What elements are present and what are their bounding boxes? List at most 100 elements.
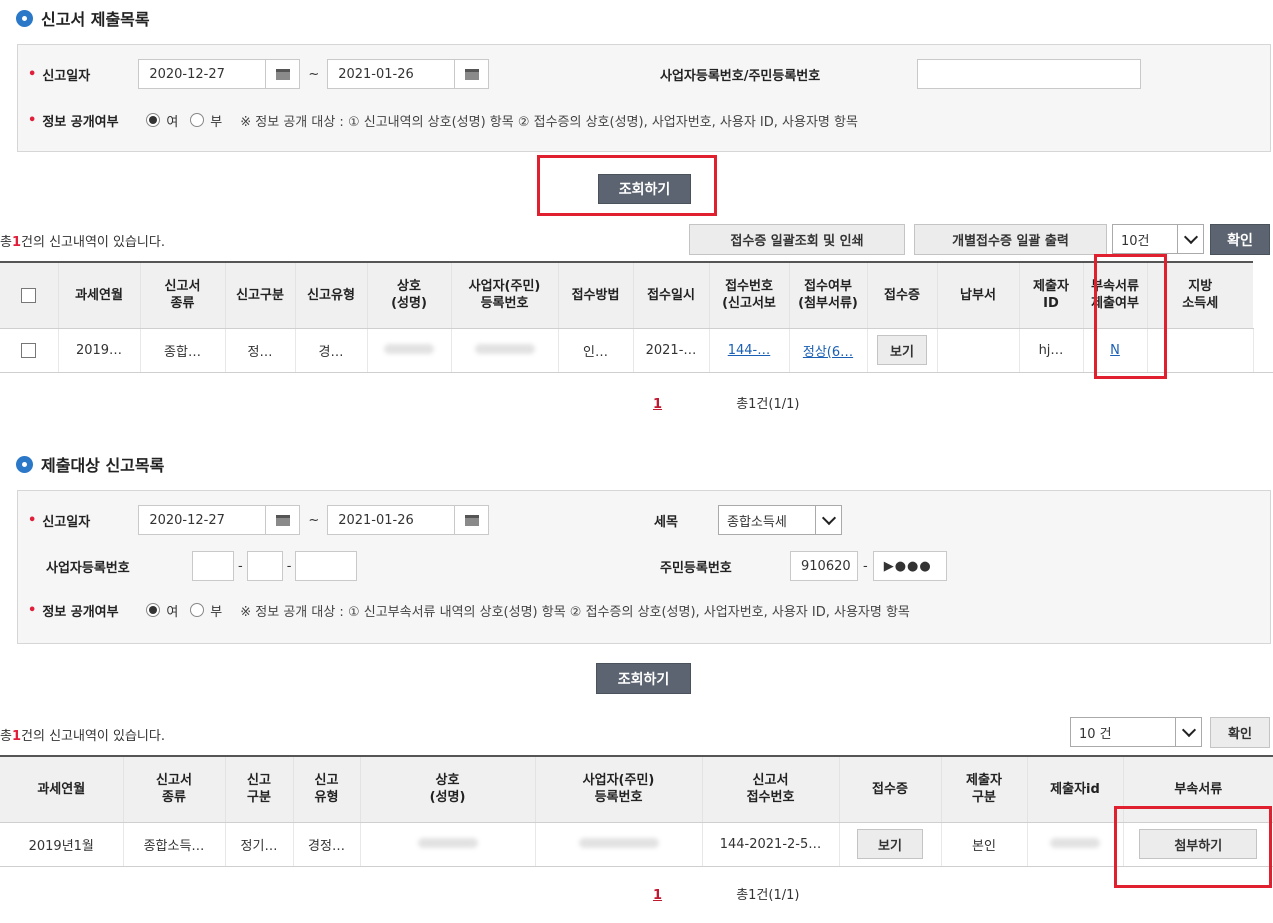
th-year-month: 과세연월	[57, 261, 140, 329]
disclose-row-2: • 정보 공개여부 여 부 ※ 정보 공개 대상 : ① 신고부속서류 내역의 …	[28, 602, 910, 620]
bulk-print-button[interactable]: 접수증 일괄조회 및 인쇄	[689, 224, 905, 255]
th-datetime: 접수일시	[632, 261, 709, 329]
receipt-number-link[interactable]: 144-…	[728, 343, 771, 358]
disclose-note: ※ 정보 공개 대상 : ① 신고부속서류 내역의 상호(성명) 항목 ② 접수…	[240, 604, 910, 620]
select-all-checkbox[interactable]	[21, 287, 37, 303]
header-select-all	[0, 261, 58, 329]
confirm-button[interactable]: 확인	[1210, 717, 1270, 748]
bullet-icon	[16, 9, 33, 27]
pagination-1: 1 총1건(1/1)	[653, 393, 799, 412]
individual-print-button[interactable]: 개별접수증 일괄 출력	[914, 224, 1107, 255]
calendar-icon[interactable]	[455, 505, 490, 535]
disclose-row-1: • 정보 공개여부 여 부 ※ 정보 공개 대상 : ① 신고내역의 상호(성명…	[28, 112, 858, 130]
disclose-label: 정보 공개여부	[42, 114, 119, 130]
date-to-input[interactable]: 2021-01-26	[327, 505, 456, 535]
th-report-type: 신고유형	[294, 261, 367, 329]
result-count: 총1건의 신고내역이 있습니다.	[0, 235, 165, 250]
table-row: 2019… 종합… 정… 경… 인… 2021-… 144-… 정상(6… 보기…	[0, 328, 1273, 373]
rrn-row: 주민등록번호 910620 - ▶●●●	[660, 551, 947, 581]
highlight-box	[1114, 806, 1272, 888]
page-total: 총1건(1/1)	[736, 888, 800, 903]
confirm-button[interactable]: 확인	[1210, 224, 1270, 255]
view-receipt-button[interactable]: 보기	[877, 335, 927, 365]
page-size-select[interactable]: 10 건	[1070, 717, 1202, 747]
redacted-name	[366, 328, 451, 373]
result-count: 총1건의 신고내역이 있습니다.	[0, 729, 165, 744]
th-report-kind: 신고 구분	[224, 755, 293, 823]
radio-yes[interactable]	[146, 113, 161, 127]
report-table-2: 과세연월 신고서 종류 신고 구분 신고 유형 상호 (성명) 사업자(주민) …	[0, 755, 1273, 867]
th-business-name: 상호 (성명)	[366, 261, 451, 329]
view-receipt-button[interactable]: 보기	[857, 829, 923, 859]
biz-label: 사업자등록번호	[46, 560, 130, 576]
th-form-type: 신고서 종류	[139, 261, 225, 329]
th-status: 접수여부 (첨부서류)	[788, 261, 867, 329]
date-from-input[interactable]: 2020-12-27	[138, 59, 267, 89]
report-table-1: 과세연월 신고서 종류 신고구분 신고유형 상호 (성명) 사업자(주민) 등록…	[0, 261, 1273, 373]
chevron-down-icon	[815, 506, 841, 534]
tax-select[interactable]: 종합소득세	[718, 505, 842, 535]
th-form-type: 신고서 종류	[122, 755, 225, 823]
pagination-2: 1 총1건(1/1)	[653, 884, 799, 903]
th-payment: 납부서	[936, 261, 1019, 329]
page-total: 총1건(1/1)	[736, 397, 800, 412]
biz-number-part1[interactable]	[192, 551, 234, 581]
date-label: 신고일자	[42, 68, 91, 84]
tax-row: 세목 종합소득세	[654, 505, 842, 535]
search-button[interactable]: 조회하기	[596, 663, 691, 694]
page-link[interactable]: 1	[653, 888, 662, 903]
chevron-down-icon	[1175, 718, 1201, 746]
rrn-label: 주민등록번호	[660, 560, 732, 576]
rrn-back-input[interactable]: ▶●●●	[872, 551, 947, 581]
highlight-box	[1094, 254, 1167, 379]
th-receipt-no: 신고서 접수번호	[701, 755, 839, 823]
th-method: 접수방법	[557, 261, 633, 329]
date-from-input[interactable]: 2020-12-27	[138, 505, 267, 535]
calendar-icon[interactable]	[455, 59, 490, 89]
th-submitter-id: 제출자id	[1026, 755, 1123, 823]
th-biz-number: 사업자(주민) 등록번호	[534, 755, 702, 823]
th-report-kind: 신고구분	[224, 261, 295, 329]
th-submitter: 제출자 ID	[1018, 261, 1083, 329]
th-submitter-kind: 제출자 구분	[940, 755, 1027, 823]
th-year-month: 과세연월	[0, 755, 123, 823]
section2-title: 제출대상 신고목록	[16, 452, 164, 476]
redacted-name	[359, 822, 535, 867]
th-receipt: 접수증	[866, 261, 937, 329]
tax-label: 세목	[654, 514, 678, 530]
section1-title: 신고서 제출목록	[16, 6, 150, 30]
required-mark: •	[28, 66, 37, 82]
th-report-type: 신고 유형	[292, 755, 360, 823]
biz-number-part3[interactable]	[295, 551, 358, 581]
row-checkbox[interactable]	[21, 342, 37, 358]
biz-label: 사업자등록번호/주민등록번호	[660, 68, 821, 84]
rrn-front-input[interactable]: 910620	[790, 551, 858, 581]
biz-row-2: 사업자등록번호 - -	[46, 551, 358, 581]
page-link[interactable]: 1	[653, 397, 662, 412]
radio-no[interactable]	[190, 113, 205, 127]
redacted-biz-number	[534, 822, 702, 867]
page-size-select[interactable]: 10건	[1112, 224, 1204, 254]
radio-yes[interactable]	[146, 603, 161, 617]
radio-no[interactable]	[190, 603, 205, 617]
search-panel-2: • 신고일자 2020-12-27 ~ 2021-01-26 세목 종합소득세 …	[17, 490, 1271, 644]
biz-number-input[interactable]	[917, 59, 1141, 89]
calendar-icon[interactable]	[266, 505, 301, 535]
disclose-note: ※ 정보 공개 대상 : ① 신고내역의 상호(성명) 항목 ② 접수증의 상호…	[240, 114, 858, 130]
calendar-icon[interactable]	[266, 59, 301, 89]
date-row-1: • 신고일자 2020-12-27 ~ 2021-01-26	[28, 59, 490, 89]
bullet-icon	[16, 455, 33, 473]
table-row: 2019년1월 종합소득… 정기… 경정… 144-2021-2-5… 보기 본…	[0, 822, 1273, 867]
date-row-2: • 신고일자 2020-12-27 ~ 2021-01-26	[28, 505, 490, 535]
status-link[interactable]: 정상(6…	[803, 345, 853, 360]
th-biz-number: 사업자(주민) 등록번호	[450, 261, 558, 329]
highlight-box	[537, 155, 717, 216]
th-receipt: 접수증	[838, 755, 941, 823]
search-panel-1: • 신고일자 2020-12-27 ~ 2021-01-26 사업자등록번호/주…	[17, 44, 1271, 152]
th-receipt-no: 접수번호 (신고서보	[708, 261, 789, 329]
date-to-input[interactable]: 2021-01-26	[327, 59, 456, 89]
biz-row-1: 사업자등록번호/주민등록번호	[660, 59, 1141, 89]
redacted-biz-number	[450, 328, 558, 373]
chevron-down-icon	[1177, 225, 1203, 253]
biz-number-part2[interactable]	[246, 551, 283, 581]
